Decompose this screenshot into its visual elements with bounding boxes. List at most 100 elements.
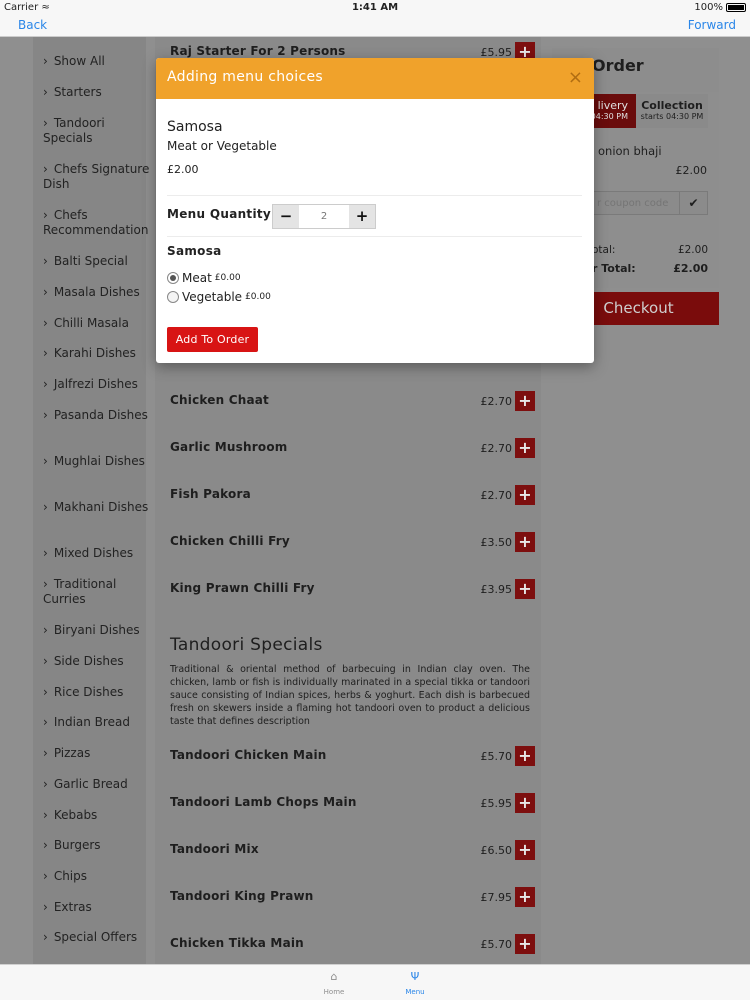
- radio-unselected-icon[interactable]: [167, 291, 179, 303]
- tab-home[interactable]: ⌂ Home: [309, 970, 359, 996]
- add-to-order-button[interactable]: Add To Order: [167, 327, 258, 352]
- add-item-button[interactable]: +: [515, 485, 535, 505]
- order-title: Order: [592, 56, 644, 75]
- sidebar-item-chilli-masala[interactable]: › Chilli Masala: [43, 316, 153, 331]
- chevron-right-icon: ›: [43, 746, 48, 760]
- order-total-value: £2.00: [673, 262, 708, 275]
- tab-menu[interactable]: Ψ Menu: [390, 970, 440, 996]
- chevron-right-icon: ›: [43, 316, 48, 330]
- modal-item-subtitle: Meat or Vegetable: [167, 139, 277, 153]
- modal-title: Adding menu choices: [167, 69, 323, 85]
- chevron-right-icon: ›: [43, 808, 48, 822]
- sidebar-item-traditional[interactable]: › Traditional Curries: [43, 577, 153, 607]
- sidebar-item-chips[interactable]: › Chips: [43, 869, 153, 884]
- menu-item-name: Tandoori Lamb Chops Main: [170, 795, 357, 809]
- chevron-right-icon: ›: [43, 900, 48, 914]
- chevron-right-icon: ›: [43, 408, 48, 422]
- battery-status: 100%: [694, 2, 746, 13]
- back-button[interactable]: Back: [18, 18, 47, 32]
- menu-item-name: Raj Starter For 2 Persons: [170, 44, 346, 58]
- subtotal-value: £2.00: [677, 244, 708, 256]
- quantity-plus-button[interactable]: +: [349, 205, 375, 228]
- chevron-right-icon: ›: [43, 346, 48, 360]
- add-item-button[interactable]: +: [515, 532, 535, 552]
- radio-selected-icon[interactable]: [167, 272, 179, 284]
- menu-item-price: £6.50: [480, 844, 513, 857]
- subtotal-row: otal: £2.00: [592, 244, 708, 256]
- add-item-button[interactable]: +: [515, 579, 535, 599]
- forward-button[interactable]: Forward: [688, 18, 736, 32]
- sidebar-item-special-offers[interactable]: › Special Offers: [43, 930, 153, 945]
- chevron-right-icon: ›: [43, 254, 48, 268]
- sidebar-item-kebabs[interactable]: › Kebabs: [43, 808, 153, 823]
- menu-item: Chicken Chilli Fry £3.50 +: [170, 532, 535, 552]
- menu-item-name: Chicken Chilli Fry: [170, 534, 290, 548]
- menu-item-name: Chicken Tikka Main: [170, 936, 304, 950]
- sidebar-item-jalfrezi[interactable]: › Jalfrezi Dishes: [43, 377, 153, 392]
- divider: [167, 236, 582, 237]
- add-item-button[interactable]: +: [515, 793, 535, 813]
- add-item-button[interactable]: +: [515, 934, 535, 954]
- chevron-right-icon: ›: [43, 85, 48, 99]
- sidebar-item-chefs-recommendation[interactable]: › Chefs Recommendation: [43, 208, 153, 238]
- sidebar-item-side-dishes[interactable]: › Side Dishes: [43, 654, 153, 669]
- apply-coupon-check-icon[interactable]: ✔: [679, 192, 707, 214]
- sidebar-item-mughlai[interactable]: › Mughlai Dishes: [43, 454, 153, 469]
- quantity-minus-button[interactable]: −: [273, 205, 299, 228]
- chevron-right-icon: ›: [43, 838, 48, 852]
- sidebar-item-masala[interactable]: › Masala Dishes: [43, 285, 153, 300]
- sidebar-item-pizzas[interactable]: › Pizzas: [43, 746, 153, 761]
- sidebar-item-karahi[interactable]: › Karahi Dishes: [43, 346, 153, 361]
- tab-collection[interactable]: Collection starts 04:30 PM: [636, 94, 708, 128]
- menu-item-price: £2.70: [480, 395, 513, 408]
- menu-item: Tandoori Lamb Chops Main £5.95 +: [170, 793, 535, 813]
- sidebar-item-chefs-signature[interactable]: › Chefs Signature Dish: [43, 162, 153, 192]
- sidebar-item-extras[interactable]: › Extras: [43, 900, 153, 915]
- quantity-input[interactable]: [299, 205, 349, 228]
- modal-header: Adding menu choices ×: [156, 58, 594, 99]
- add-item-button[interactable]: +: [515, 887, 535, 907]
- sidebar-item-balti[interactable]: › Balti Special: [43, 254, 153, 269]
- menu-item: Chicken Tikka Main £5.70 +: [170, 934, 535, 954]
- status-bar: Carrier ≈ 1:41 AM 100%: [0, 0, 750, 15]
- chevron-right-icon: ›: [43, 500, 48, 514]
- sidebar-item-burgers[interactable]: › Burgers: [43, 838, 153, 853]
- sidebar-item-tandoori-specials[interactable]: › Tandoori Specials: [43, 116, 153, 146]
- menu-item-price: £2.70: [480, 489, 513, 502]
- close-icon[interactable]: ×: [568, 67, 583, 88]
- sidebar-item-garlic-bread[interactable]: › Garlic Bread: [43, 777, 153, 792]
- add-item-button[interactable]: +: [515, 391, 535, 411]
- sidebar-item-mixed[interactable]: › Mixed Dishes: [43, 546, 153, 561]
- sidebar-item-biryani[interactable]: › Biryani Dishes: [43, 623, 153, 638]
- sidebar-item-makhani[interactable]: › Makhani Dishes: [43, 500, 153, 515]
- chevron-right-icon: ›: [43, 777, 48, 791]
- order-total-row: r Total: £2.00: [592, 262, 708, 275]
- option-vegetable[interactable]: Vegetable £0.00: [167, 290, 271, 304]
- sidebar-item-pasanda[interactable]: › Pasanda Dishes: [43, 408, 153, 423]
- option-meat[interactable]: Meat £0.00: [167, 271, 241, 285]
- menu-item-price: £5.70: [480, 938, 513, 951]
- menu-item-price: £3.95: [480, 583, 513, 596]
- menu-item-name: Tandoori Chicken Main: [170, 748, 327, 762]
- coupon-input[interactable]: [593, 192, 679, 214]
- sidebar-item-rice[interactable]: › Rice Dishes: [43, 685, 153, 700]
- menu-item-name: Tandoori Mix: [170, 842, 259, 856]
- chevron-right-icon: ›: [43, 208, 48, 222]
- menu-item-name: Chicken Chaat: [170, 393, 269, 407]
- option-group-heading: Samosa: [167, 244, 222, 258]
- sidebar-item-show-all[interactable]: › Show All: [43, 54, 153, 69]
- sidebar-item-indian-bread[interactable]: › Indian Bread: [43, 715, 153, 730]
- menu-item-name: Garlic Mushroom: [170, 440, 288, 454]
- battery-icon: [726, 3, 746, 12]
- sidebar-item-starters[interactable]: › Starters: [43, 85, 153, 100]
- add-item-button[interactable]: +: [515, 746, 535, 766]
- modal-item-name: Samosa: [167, 119, 223, 135]
- home-icon: ⌂: [330, 970, 338, 983]
- add-item-button[interactable]: +: [515, 840, 535, 860]
- add-item-button[interactable]: +: [515, 438, 535, 458]
- menu-item-price: £2.70: [480, 442, 513, 455]
- order-total-label: r Total:: [592, 262, 636, 275]
- menu-item: Tandoori King Prawn £7.95 +: [170, 887, 535, 907]
- menu-item-name: King Prawn Chilli Fry: [170, 581, 315, 595]
- chevron-right-icon: ›: [43, 654, 48, 668]
